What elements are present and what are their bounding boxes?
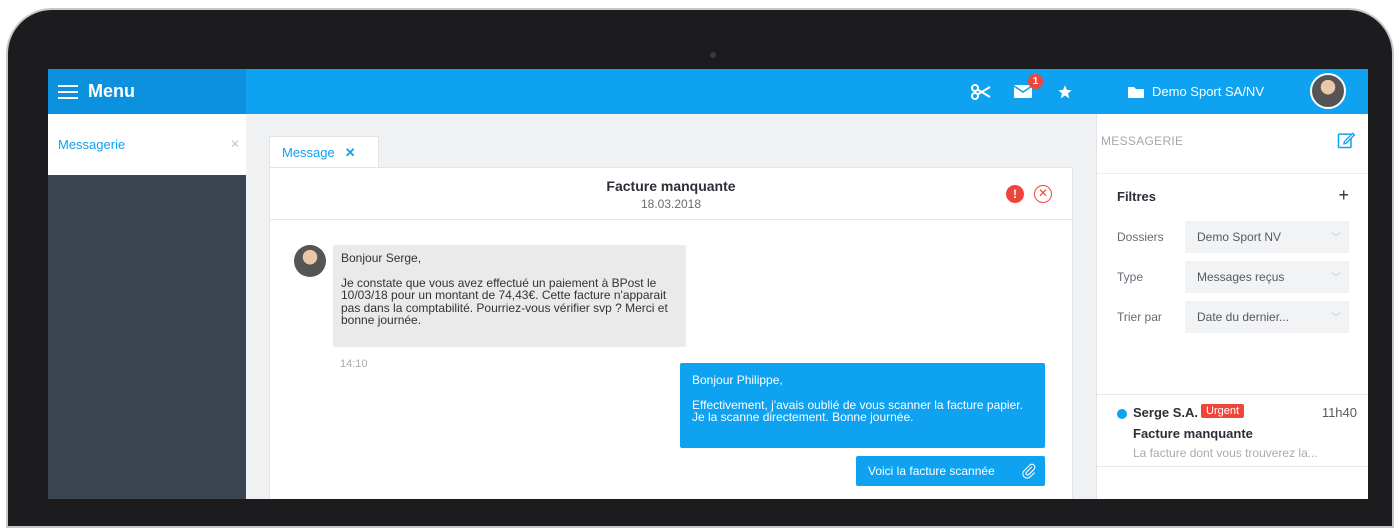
dossiers-select[interactable]: Demo Sport NV ﹀: [1185, 221, 1349, 253]
filter-type: Type Messages reçus ﹀: [1117, 261, 1349, 293]
panel-heading: MESSAGERIE: [1101, 134, 1184, 148]
company-selector[interactable]: Demo Sport SA/NV: [1128, 69, 1264, 114]
incoming-body: Je constate que vous avez effectué un pa…: [341, 275, 668, 327]
select-value: Demo Sport NV: [1197, 230, 1282, 244]
type-select[interactable]: Messages reçus ﹀: [1185, 261, 1349, 293]
sidebar-item-label: Messagerie: [58, 137, 126, 152]
sidebar-item-messagerie[interactable]: Messagerie ✕: [48, 114, 246, 175]
compose-icon[interactable]: [1336, 130, 1356, 150]
close-circle-icon[interactable]: ✕: [1034, 185, 1052, 203]
unread-dot: [1117, 409, 1127, 419]
user-avatar[interactable]: [1310, 73, 1346, 109]
select-value: Date du dernier...: [1197, 310, 1290, 324]
urgent-badge: Urgent: [1201, 404, 1245, 418]
outgoing-message: Bonjour Philippe, Effectivement, j'avais…: [680, 363, 1045, 448]
divider: [1097, 466, 1368, 467]
app-screen: Menu 1 Demo Sport SA/NV Messagerie ✕ Mes…: [48, 69, 1368, 499]
messagerie-header: MESSAGERIE: [1097, 114, 1368, 174]
notification-badge: 1: [1028, 73, 1043, 89]
right-panel: MESSAGERIE Filtres + Dossiers Demo Sport…: [1096, 114, 1368, 499]
incoming-greeting: Bonjour Serge,: [341, 251, 422, 265]
chevron-down-icon: ﹀: [1331, 313, 1341, 324]
paperclip-icon: [1022, 463, 1036, 479]
incoming-time: 14:10: [340, 358, 368, 370]
menu-button[interactable]: Menu: [48, 69, 246, 114]
tab-message[interactable]: Message ✕: [269, 136, 379, 168]
filters: Filtres + Dossiers Demo Sport NV ﹀ Type …: [1117, 185, 1349, 333]
urgent-alert-icon[interactable]: !: [1006, 185, 1024, 203]
incoming-message: Bonjour Serge, Je constate que vous avez…: [333, 245, 686, 347]
conversation-preview: La facture dont vous trouverez la...: [1133, 446, 1318, 460]
message-header: Facture manquante 18.03.2018 ! ✕: [270, 168, 1072, 220]
filter-label: Dossiers: [1117, 230, 1164, 244]
mail-icon[interactable]: 1: [1012, 73, 1043, 103]
hamburger-icon: [58, 84, 78, 99]
camera: [710, 52, 716, 58]
top-icons: 1: [970, 69, 1076, 114]
attachment-label: Voici la facture scannée: [868, 464, 995, 478]
scissors-icon[interactable]: [970, 81, 992, 103]
close-icon[interactable]: ✕: [230, 137, 240, 151]
chevron-down-icon: ﹀: [1331, 273, 1341, 284]
tab-label: Message: [282, 145, 335, 160]
chevron-down-icon: ﹀: [1331, 233, 1341, 244]
divider: [1097, 394, 1368, 395]
message-title: Facture manquante: [606, 178, 736, 194]
conversation-time: 11h40: [1321, 405, 1357, 420]
filters-title: Filtres: [1117, 189, 1157, 204]
conversation-sender: Serge S.A.: [1133, 405, 1199, 420]
filter-label: Trier par: [1117, 310, 1162, 324]
filter-sort: Trier par Date du dernier... ﹀: [1117, 301, 1349, 333]
message-date: 18.03.2018: [640, 197, 702, 211]
attachment-link[interactable]: Voici la facture scannée: [856, 456, 1045, 486]
close-tab-icon[interactable]: ✕: [345, 145, 356, 161]
menu-label: Menu: [88, 81, 135, 101]
outgoing-body: Effectivement, j'avais oublié de vous sc…: [692, 397, 1023, 424]
top-bar: Menu 1 Demo Sport SA/NV: [48, 69, 1368, 114]
company-name: Demo Sport SA/NV: [1152, 84, 1264, 99]
star-icon[interactable]: [1054, 81, 1076, 103]
filter-dossiers: Dossiers Demo Sport NV ﹀: [1117, 221, 1349, 253]
sender-avatar: [294, 245, 326, 277]
sidebar: Messagerie ✕: [48, 114, 246, 499]
add-filter-button[interactable]: +: [1338, 185, 1349, 206]
conversation-subject: Facture manquante: [1133, 426, 1253, 441]
outgoing-greeting: Bonjour Philippe,: [692, 373, 783, 387]
message-panel: Facture manquante 18.03.2018 ! ✕ Bonjour…: [269, 167, 1073, 499]
folder-icon: [1128, 86, 1144, 98]
select-value: Messages reçus: [1197, 270, 1285, 284]
filter-label: Type: [1117, 270, 1144, 284]
sort-select[interactable]: Date du dernier... ﹀: [1185, 301, 1349, 333]
